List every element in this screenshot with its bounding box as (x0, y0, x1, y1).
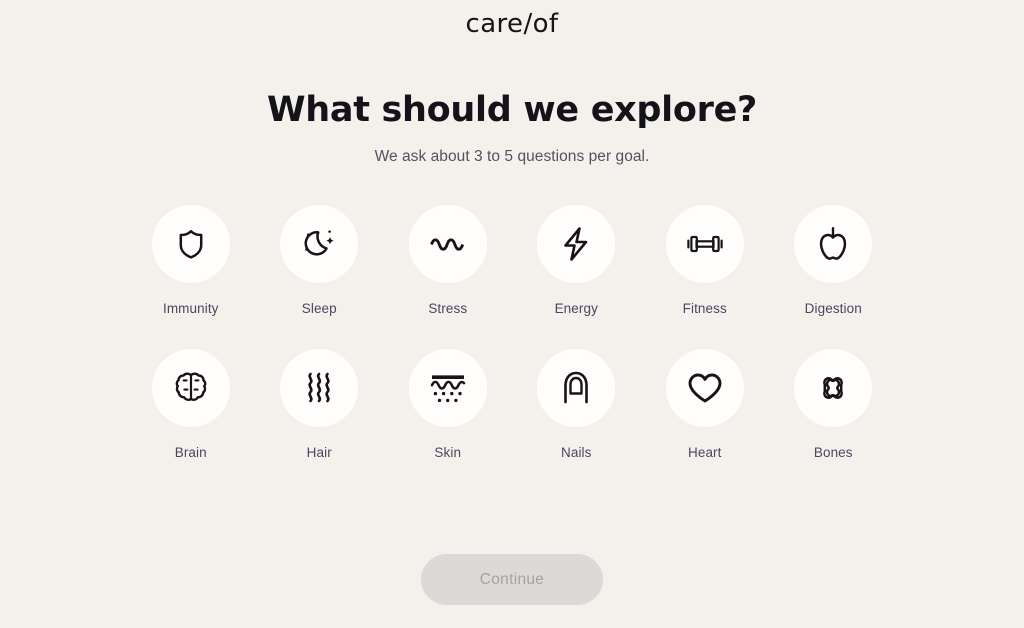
moon-icon (280, 205, 359, 283)
heart-icon (665, 349, 744, 427)
goal-label: Digestion (804, 301, 862, 316)
goal-label: Immunity (162, 301, 219, 316)
careof-logo: care/of (466, 6, 559, 42)
goal-card-skin[interactable]: Skin (384, 349, 513, 493)
goal-label: Heart (687, 445, 722, 460)
goal-card-brain[interactable]: Brain (127, 349, 256, 493)
page-subtitle: We ask about 3 to 5 questions per goal. (374, 148, 650, 165)
bolt-icon (537, 205, 616, 283)
goal-label: Hair (306, 445, 332, 460)
goal-label: Sleep (301, 301, 337, 316)
page-title: What should we explore? (266, 90, 758, 130)
continue-button[interactable]: Continue (421, 554, 603, 605)
dumbbell-icon (665, 205, 744, 283)
skin-layers-icon (408, 349, 487, 427)
shield-icon (151, 205, 230, 283)
goal-label: Brain (174, 445, 207, 460)
goal-card-bones[interactable]: Bones (769, 349, 898, 493)
apple-icon (794, 205, 873, 283)
goal-card-digestion[interactable]: Digestion (769, 205, 898, 349)
hair-waves-icon (280, 349, 359, 427)
header-block: What should we explore? We ask about 3 t… (267, 90, 757, 166)
goal-selection-screen: care/of What should we explore? We ask a… (0, 0, 1024, 628)
goal-card-stress[interactable]: Stress (384, 205, 513, 349)
goal-card-energy[interactable]: Energy (512, 205, 641, 349)
squiggle-icon (408, 205, 487, 283)
goal-card-fitness[interactable]: Fitness (641, 205, 770, 349)
goal-label: Energy (554, 301, 598, 316)
footer-actions: Continue (0, 554, 1024, 605)
bone-icon (794, 349, 873, 427)
goal-label: Bones (813, 445, 853, 460)
brain-icon (151, 349, 230, 427)
goal-card-immunity[interactable]: Immunity (127, 205, 256, 349)
goal-grid: Immunity Sleep Stress Energy Fitness Dig… (127, 205, 898, 493)
goal-card-sleep[interactable]: Sleep (255, 205, 384, 349)
goal-card-hair[interactable]: Hair (255, 349, 384, 493)
goal-label: Skin (434, 445, 462, 460)
goal-label: Fitness (682, 301, 727, 316)
brand-wordmark: care/of (465, 9, 559, 39)
goal-card-heart[interactable]: Heart (641, 349, 770, 493)
goal-card-nails[interactable]: Nails (512, 349, 641, 493)
goal-label: Nails (560, 445, 592, 460)
goal-label: Stress (428, 301, 468, 316)
fingernail-icon (537, 349, 616, 427)
